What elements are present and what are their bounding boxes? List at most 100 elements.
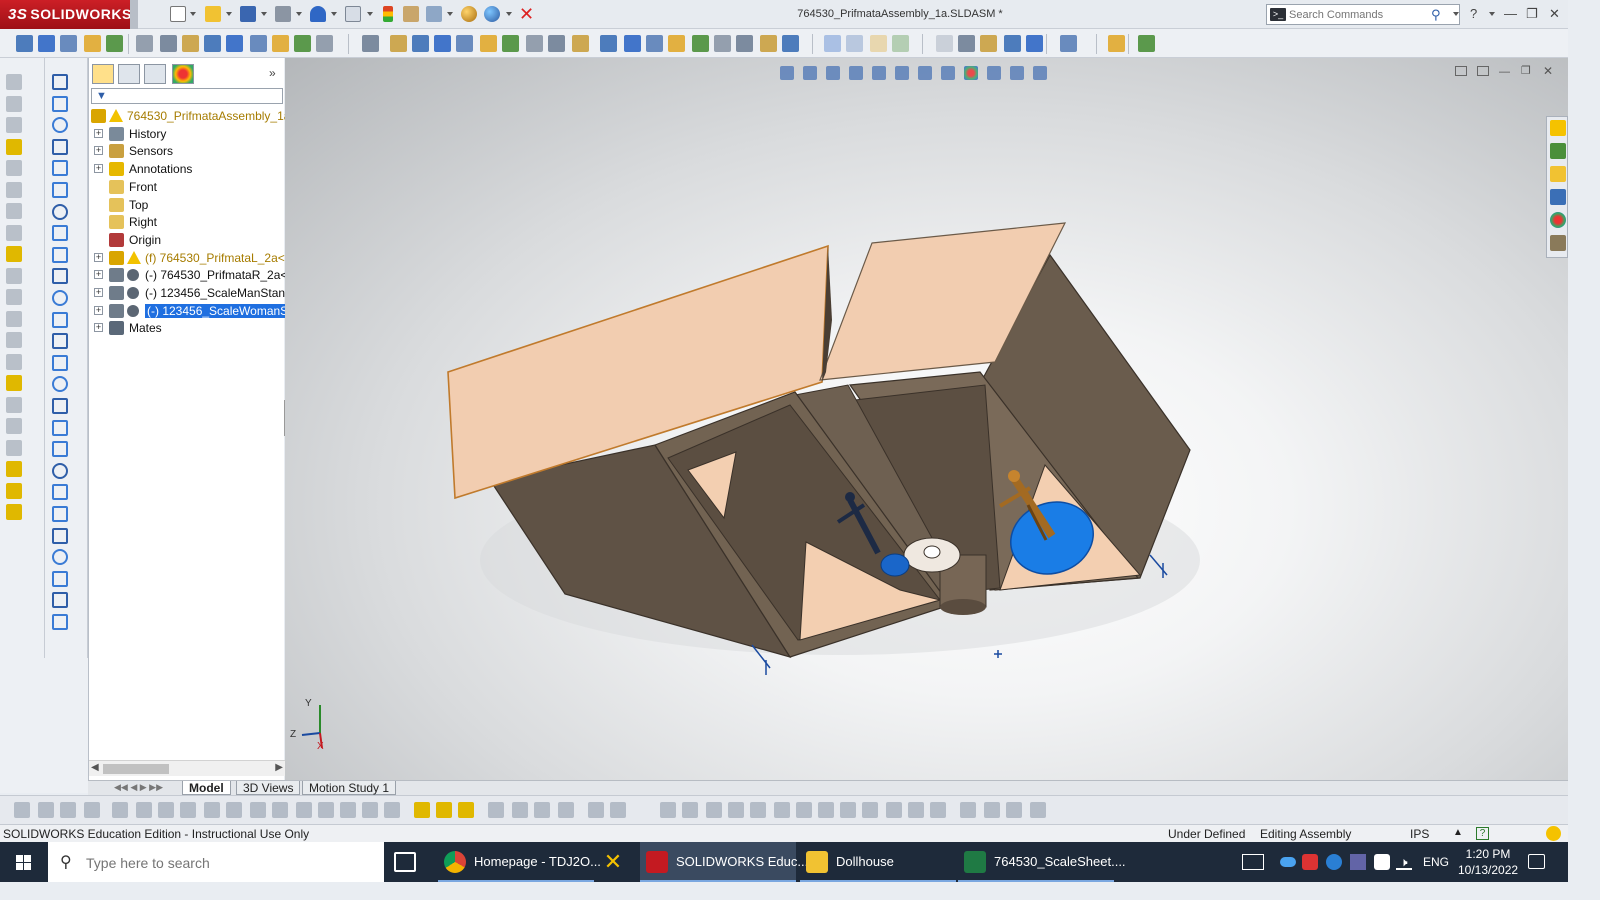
appearance-ball-icon[interactable]	[461, 6, 477, 22]
assembly-feature-icon[interactable]	[136, 802, 152, 818]
tree-filter-field[interactable]: ▼	[91, 88, 283, 104]
help-dropdown-icon[interactable]	[1489, 12, 1495, 16]
undo-icon[interactable]	[310, 6, 326, 22]
assembly-tool-icon[interactable]	[6, 353, 22, 370]
sketch-tool-icon[interactable]	[52, 182, 68, 198]
design-library-icon[interactable]	[1550, 143, 1566, 159]
assembly-feature-icon[interactable]	[84, 802, 100, 818]
file-explorer-icon[interactable]	[1550, 166, 1566, 182]
viewport-close-icon[interactable]: ✕	[1543, 64, 1553, 78]
toolbar-command-icon[interactable]	[272, 35, 289, 52]
tree-item[interactable]: Front	[89, 178, 285, 196]
toolbar-command-icon[interactable]	[182, 35, 199, 52]
assembly-feature-icon[interactable]	[1006, 802, 1022, 818]
toolbar-command-icon[interactable]	[714, 35, 731, 52]
assembly-feature-icon[interactable]	[362, 802, 378, 818]
assembly-feature-icon[interactable]	[750, 802, 766, 818]
toolbar-command-icon[interactable]	[480, 35, 497, 52]
new-document-icon[interactable]	[170, 6, 186, 22]
tab-configuration-manager[interactable]	[144, 64, 166, 84]
sketch-tool-icon[interactable]	[52, 376, 68, 393]
restore-button[interactable]: ❐	[1526, 6, 1538, 22]
task-view-icon[interactable]	[394, 852, 416, 872]
toolbar-command-icon[interactable]	[600, 35, 617, 52]
tab-motion-study[interactable]: Motion Study 1	[302, 781, 397, 795]
sketch-tool-icon[interactable]	[52, 419, 68, 436]
assembly-feature-icon[interactable]	[908, 802, 924, 818]
viewport-minimize-icon[interactable]: —	[1499, 66, 1510, 78]
taskbar-app-excel[interactable]: 764530_ScaleSheet....	[958, 842, 1126, 882]
assembly-feature-icon[interactable]	[112, 802, 128, 818]
tree-item[interactable]: + (-) 764530_PrifmataR_2a<1>	[89, 266, 285, 284]
assembly-tool-icon[interactable]	[6, 74, 22, 90]
sketch-tool-icon[interactable]	[52, 333, 68, 350]
taskbar-app-x[interactable]: ✕	[596, 842, 638, 882]
collapse-panel-icon[interactable]: »	[269, 66, 276, 80]
assembly-feature-icon[interactable]	[226, 802, 242, 818]
assembly-feature-icon[interactable]	[158, 802, 174, 818]
custom-properties-icon[interactable]	[1550, 235, 1566, 251]
tab-model[interactable]: Model	[182, 781, 231, 795]
close-document-icon[interactable]: ✕	[519, 5, 535, 23]
notifications-icon[interactable]	[1528, 854, 1545, 869]
expand-toggle-icon[interactable]: +	[94, 146, 103, 156]
sketch-tool-icon[interactable]	[52, 311, 68, 328]
solidworks-logo[interactable]: 3S SOLIDWORKS	[0, 0, 131, 29]
open-dropdown-icon[interactable]	[226, 12, 232, 16]
unit-system-caret-icon[interactable]: ▲	[1453, 827, 1463, 838]
assembly-tool-icon[interactable]	[6, 267, 22, 284]
toolbar-command-icon[interactable]	[1060, 35, 1077, 52]
sketch-tool-icon[interactable]	[52, 484, 68, 501]
new-dropdown-icon[interactable]	[190, 12, 196, 16]
file-properties-icon[interactable]	[403, 6, 419, 22]
search-dropdown-icon[interactable]	[1453, 12, 1459, 16]
toolbar-command-icon[interactable]	[870, 35, 887, 52]
toolbar-command-icon[interactable]	[1108, 35, 1125, 52]
heads-up-view-icon[interactable]	[780, 66, 794, 80]
expand-toggle-icon[interactable]: +	[94, 270, 103, 280]
toolbar-command-icon[interactable]	[846, 35, 863, 52]
volume-muted-icon[interactable]: 🕨	[1400, 854, 1410, 870]
sketch-tool-icon[interactable]	[52, 354, 68, 371]
taskbar-app-chrome[interactable]: Homepage - TDJ2O...	[438, 842, 601, 882]
assembly-feature-icon[interactable]	[250, 802, 266, 818]
open-folder-icon[interactable]	[205, 6, 221, 22]
tree-item[interactable]: + (f) 764530_PrifmataL_2a<1>	[89, 249, 285, 267]
heads-up-view-icon[interactable]	[872, 66, 886, 80]
heads-up-view-icon[interactable]	[826, 66, 840, 80]
toolbar-command-icon[interactable]	[1026, 35, 1043, 52]
select-arrow-icon[interactable]	[345, 6, 361, 22]
assembly-tool-icon[interactable]	[6, 310, 22, 327]
tab-property-manager[interactable]	[118, 64, 140, 84]
viewport-tile-right-icon[interactable]	[1477, 66, 1489, 76]
taskbar-search-box[interactable]: ⚲	[48, 842, 384, 882]
assembly-feature-icon[interactable]	[796, 802, 812, 818]
rebuild-traffic-light-icon[interactable]	[383, 6, 393, 22]
defender-icon[interactable]	[1374, 854, 1390, 870]
tab-display-manager[interactable]	[172, 64, 194, 84]
search-commands-input[interactable]	[1289, 7, 1429, 22]
toolbar-command-icon[interactable]	[456, 35, 473, 52]
rebuild-status-icon[interactable]	[1546, 826, 1561, 841]
toolbar-command-icon[interactable]	[160, 35, 177, 52]
toolbar-command-icon[interactable]	[548, 35, 565, 52]
toolbar-command-icon[interactable]	[936, 35, 953, 52]
viewport-restore-icon[interactable]: ❐	[1521, 64, 1531, 77]
sketch-tool-icon[interactable]	[52, 527, 68, 544]
assembly-feature-icon[interactable]	[180, 802, 196, 818]
assembly-tool-icon[interactable]	[6, 396, 22, 413]
toolbar-command-icon[interactable]	[980, 35, 997, 52]
graphics-area[interactable]: Y Z X — ❐ ✕	[285, 58, 1568, 780]
toolbar-command-icon[interactable]	[736, 35, 753, 52]
search-commands-box[interactable]: >_ ⚲	[1266, 4, 1460, 25]
assembly-tool-icon[interactable]	[6, 246, 22, 262]
tab-feature-manager[interactable]	[92, 64, 114, 84]
toolbar-command-icon[interactable]	[294, 35, 311, 52]
toolbar-command-icon[interactable]	[572, 35, 589, 52]
toolbar-command-icon[interactable]	[412, 35, 429, 52]
heads-up-view-icon[interactable]	[987, 66, 1001, 80]
sketch-tool-icon[interactable]	[52, 614, 68, 630]
assembly-feature-icon[interactable]	[436, 802, 452, 818]
assembly-tool-icon[interactable]	[6, 117, 22, 133]
toolbar-command-icon[interactable]	[84, 35, 101, 52]
